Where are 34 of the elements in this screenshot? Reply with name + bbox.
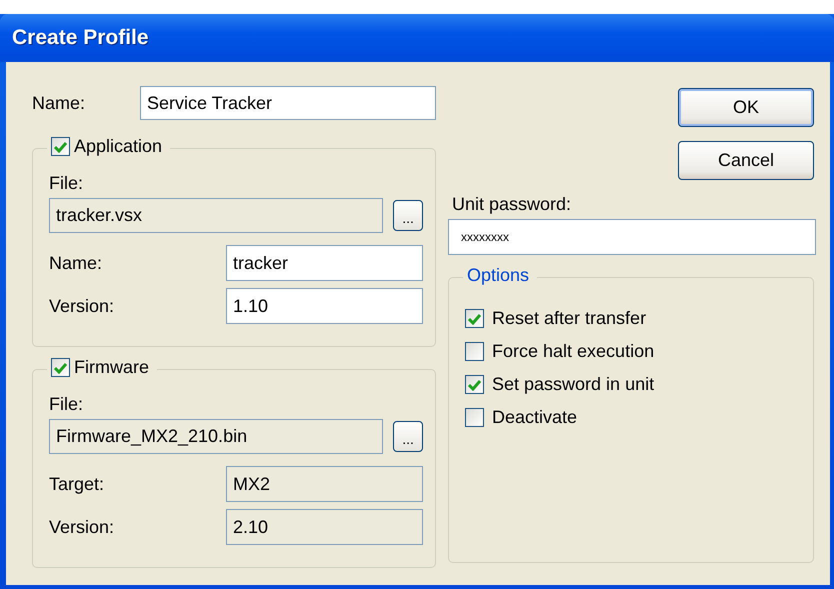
dialog-button[interactable]: Cancel (678, 141, 814, 180)
checkmark-icon (468, 312, 481, 324)
checkbox-label: Reset after transfer (492, 308, 646, 329)
field-label: Unit password: (452, 194, 572, 215)
checkbox[interactable] (51, 137, 70, 156)
field-label: File: (49, 173, 84, 193)
field-label: Name: (32, 92, 86, 114)
field-label: Version: (49, 296, 116, 316)
group-title: Firmware (74, 357, 149, 378)
field-label: Target: (49, 474, 106, 494)
checkmark-icon (468, 378, 481, 390)
checkbox-label: Set password in unit (492, 374, 654, 395)
input-field[interactable]: tracker (226, 245, 423, 281)
checkbox[interactable] (51, 358, 70, 377)
checkbox[interactable] (465, 342, 484, 361)
input-field[interactable]: Service Tracker (140, 86, 436, 120)
checkmark-icon (54, 362, 67, 374)
window-title: Create Profile (12, 26, 149, 50)
group-title: Application (74, 136, 162, 157)
checkbox[interactable] (465, 309, 484, 328)
checkbox[interactable] (465, 408, 484, 427)
checkbox-label: Deactivate (492, 407, 578, 428)
field-label: File: (49, 394, 84, 414)
browse-button[interactable]: ... (393, 200, 423, 231)
dialog-button[interactable]: OK (678, 88, 814, 127)
field-label: Version: (49, 516, 116, 538)
checkbox[interactable] (465, 375, 484, 394)
password-field[interactable]: xxxxxxxx (448, 219, 816, 255)
browse-button[interactable]: ... (393, 421, 423, 452)
checkmark-icon (54, 140, 67, 152)
checkbox-label: Force halt execution (492, 341, 654, 362)
group-title: Options (467, 265, 530, 286)
field-label: Name: (49, 252, 104, 274)
input-field[interactable]: 1.10 (226, 288, 423, 324)
